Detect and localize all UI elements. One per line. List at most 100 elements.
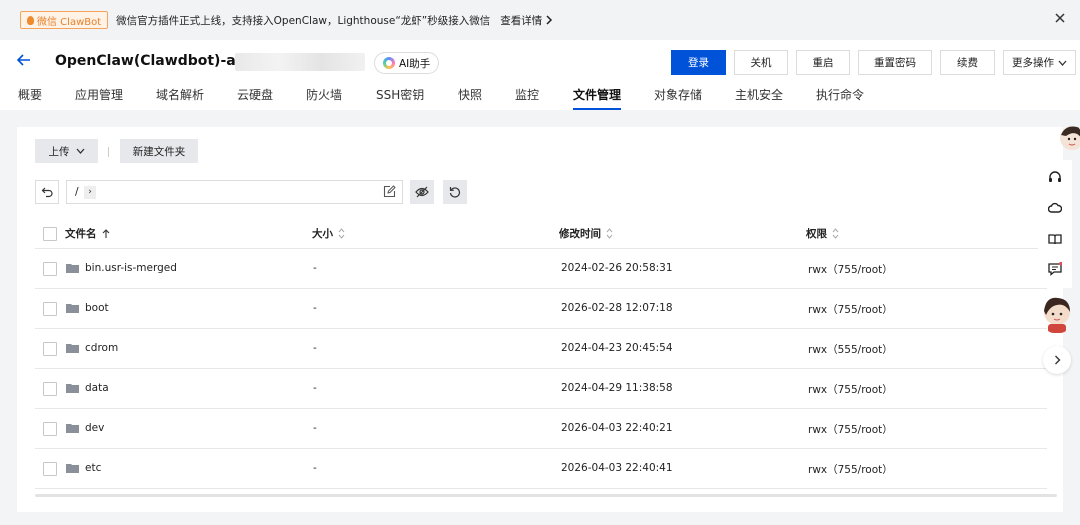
column-name-label: 文件名 xyxy=(65,228,97,240)
file-permission: rwx（755/root） xyxy=(808,264,893,276)
file-name[interactable]: etc xyxy=(85,462,101,474)
table-row[interactable]: etc - 2026-04-03 22:40:41 rwx（755/root） xyxy=(35,449,1047,489)
tab-ssh-keys[interactable]: SSH密钥 xyxy=(376,86,424,110)
folder-icon xyxy=(66,264,79,273)
table-row[interactable]: bin.usr-is-merged - 2024-02-26 20:58:31 … xyxy=(35,249,1047,289)
file-size: - xyxy=(313,422,317,434)
table-row[interactable]: data - 2024-04-29 11:38:58 rwx（755/root） xyxy=(35,369,1047,409)
notice-detail-link[interactable]: 查看详情 xyxy=(500,13,553,28)
chevron-right-icon xyxy=(546,15,553,25)
column-size[interactable]: 大小 xyxy=(312,226,345,241)
row-checkbox[interactable] xyxy=(43,462,57,476)
side-toolbar xyxy=(1038,160,1072,288)
column-size-label: 大小 xyxy=(312,228,333,240)
chevron-right-icon[interactable] xyxy=(1043,346,1071,374)
tab-snapshots[interactable]: 快照 xyxy=(458,86,482,110)
reset-password-button[interactable]: 重置密码 xyxy=(858,50,932,75)
file-mtime: 2024-04-29 11:38:58 xyxy=(561,382,673,394)
more-actions-button[interactable]: 更多操作 xyxy=(1003,50,1076,75)
login-button[interactable]: 登录 xyxy=(671,50,726,75)
tab-host-security[interactable]: 主机安全 xyxy=(735,86,783,110)
tab-firewall[interactable]: 防火墙 xyxy=(306,86,342,110)
file-name[interactable]: cdrom xyxy=(85,342,118,354)
path-input[interactable]: / › xyxy=(66,180,403,204)
file-name[interactable]: data xyxy=(85,382,109,394)
new-folder-button[interactable]: 新建文件夹 xyxy=(120,139,198,163)
column-modified-time[interactable]: 修改时间 xyxy=(559,226,613,241)
eye-hidden-icon[interactable] xyxy=(410,180,434,204)
restart-button[interactable]: 重启 xyxy=(796,50,850,75)
path-chevron-icon[interactable]: › xyxy=(84,186,96,199)
file-permission: rwx（755/root） xyxy=(808,424,893,436)
tab-object-storage[interactable]: 对象存储 xyxy=(654,86,702,110)
tab-overview[interactable]: 概要 xyxy=(18,86,42,110)
renew-button[interactable]: 续费 xyxy=(940,50,995,75)
tab-cloud-disk[interactable]: 云硬盘 xyxy=(237,86,273,110)
row-checkbox[interactable] xyxy=(43,422,57,436)
flame-icon xyxy=(27,15,34,25)
select-all-checkbox[interactable] xyxy=(43,227,57,241)
book-icon[interactable] xyxy=(1048,232,1062,246)
tab-monitoring[interactable]: 监控 xyxy=(515,86,539,110)
horizontal-scrollbar[interactable] xyxy=(35,494,1057,497)
path-root: / xyxy=(75,186,79,198)
notice-badge: 微信 ClawBot xyxy=(20,11,109,29)
sort-icon xyxy=(338,228,345,239)
column-permission-label: 权限 xyxy=(806,228,827,240)
undo-icon[interactable] xyxy=(35,180,59,204)
table-header: 文件名 大小 修改时间 权限 xyxy=(35,217,1047,249)
file-name[interactable]: bin.usr-is-merged xyxy=(85,262,177,274)
edit-icon[interactable] xyxy=(383,185,396,201)
assistant-avatar[interactable] xyxy=(1058,123,1080,153)
file-size: - xyxy=(313,382,317,394)
tab-bar: 概要 应用管理 域名解析 云硬盘 防火墙 SSH密钥 快照 监控 文件管理 对象… xyxy=(0,86,1080,110)
row-checkbox[interactable] xyxy=(43,262,57,276)
assistant-character-avatar[interactable] xyxy=(1042,295,1072,333)
file-size: - xyxy=(313,342,317,354)
file-name[interactable]: boot xyxy=(85,302,109,314)
notice-bar: 微信 ClawBot 微信官方插件正式上线，支持接入OpenClaw，Light… xyxy=(0,0,1080,40)
notice-badge-label: 微信 ClawBot xyxy=(37,16,102,28)
message-icon[interactable] xyxy=(1048,262,1062,276)
file-mtime: 2026-02-28 12:07:18 xyxy=(561,302,673,314)
row-checkbox[interactable] xyxy=(43,302,57,316)
table-row[interactable]: cdrom - 2024-04-23 20:45:54 rwx（555/root… xyxy=(35,329,1047,369)
cloud-icon[interactable] xyxy=(1048,201,1062,215)
folder-icon xyxy=(66,464,79,473)
instance-title: OpenClaw(Clawdbot)-ahXv xyxy=(55,53,266,69)
tab-domain-resolution[interactable]: 域名解析 xyxy=(156,86,204,110)
more-actions-label: 更多操作 xyxy=(1012,57,1054,69)
refresh-icon[interactable] xyxy=(443,180,467,204)
shutdown-button[interactable]: 关机 xyxy=(734,50,788,75)
sort-asc-icon xyxy=(102,228,109,238)
notice-detail-label: 查看详情 xyxy=(500,14,543,27)
tab-app-management[interactable]: 应用管理 xyxy=(75,86,123,110)
column-modified-label: 修改时间 xyxy=(559,228,601,240)
file-mtime: 2026-04-03 22:40:21 xyxy=(561,422,673,434)
notice-text: 微信官方插件正式上线，支持接入OpenClaw，Lighthouse“龙虾”秒级… xyxy=(116,14,491,27)
file-size: - xyxy=(313,462,317,474)
ai-assistant-label: AI助手 xyxy=(399,57,431,70)
row-checkbox[interactable] xyxy=(43,342,57,356)
folder-icon xyxy=(66,424,79,433)
row-checkbox[interactable] xyxy=(43,382,57,396)
upload-button[interactable]: 上传 xyxy=(35,139,98,163)
close-icon[interactable] xyxy=(1052,11,1068,27)
ai-assistant-button[interactable]: AI助手 xyxy=(374,52,440,74)
file-mtime: 2024-02-26 20:58:31 xyxy=(561,262,673,274)
tab-file-management[interactable]: 文件管理 xyxy=(573,86,622,110)
folder-icon xyxy=(66,344,79,353)
file-permission: rwx（755/root） xyxy=(808,384,893,396)
column-name[interactable]: 文件名 xyxy=(65,226,110,241)
toolbar-divider xyxy=(108,147,109,157)
headset-icon[interactable] xyxy=(1048,170,1062,184)
tab-run-command[interactable]: 执行命令 xyxy=(816,86,864,110)
instance-id-redacted xyxy=(235,53,365,71)
column-permission[interactable]: 权限 xyxy=(806,226,839,241)
table-row[interactable]: dev - 2026-04-03 22:40:21 rwx（755/root） xyxy=(35,409,1047,449)
file-name[interactable]: dev xyxy=(85,422,104,434)
table-row[interactable]: boot - 2026-02-28 12:07:18 rwx（755/root） xyxy=(35,289,1047,329)
ai-logo-icon xyxy=(383,57,395,69)
back-arrow-icon[interactable] xyxy=(16,52,34,70)
sort-icon xyxy=(832,228,839,239)
